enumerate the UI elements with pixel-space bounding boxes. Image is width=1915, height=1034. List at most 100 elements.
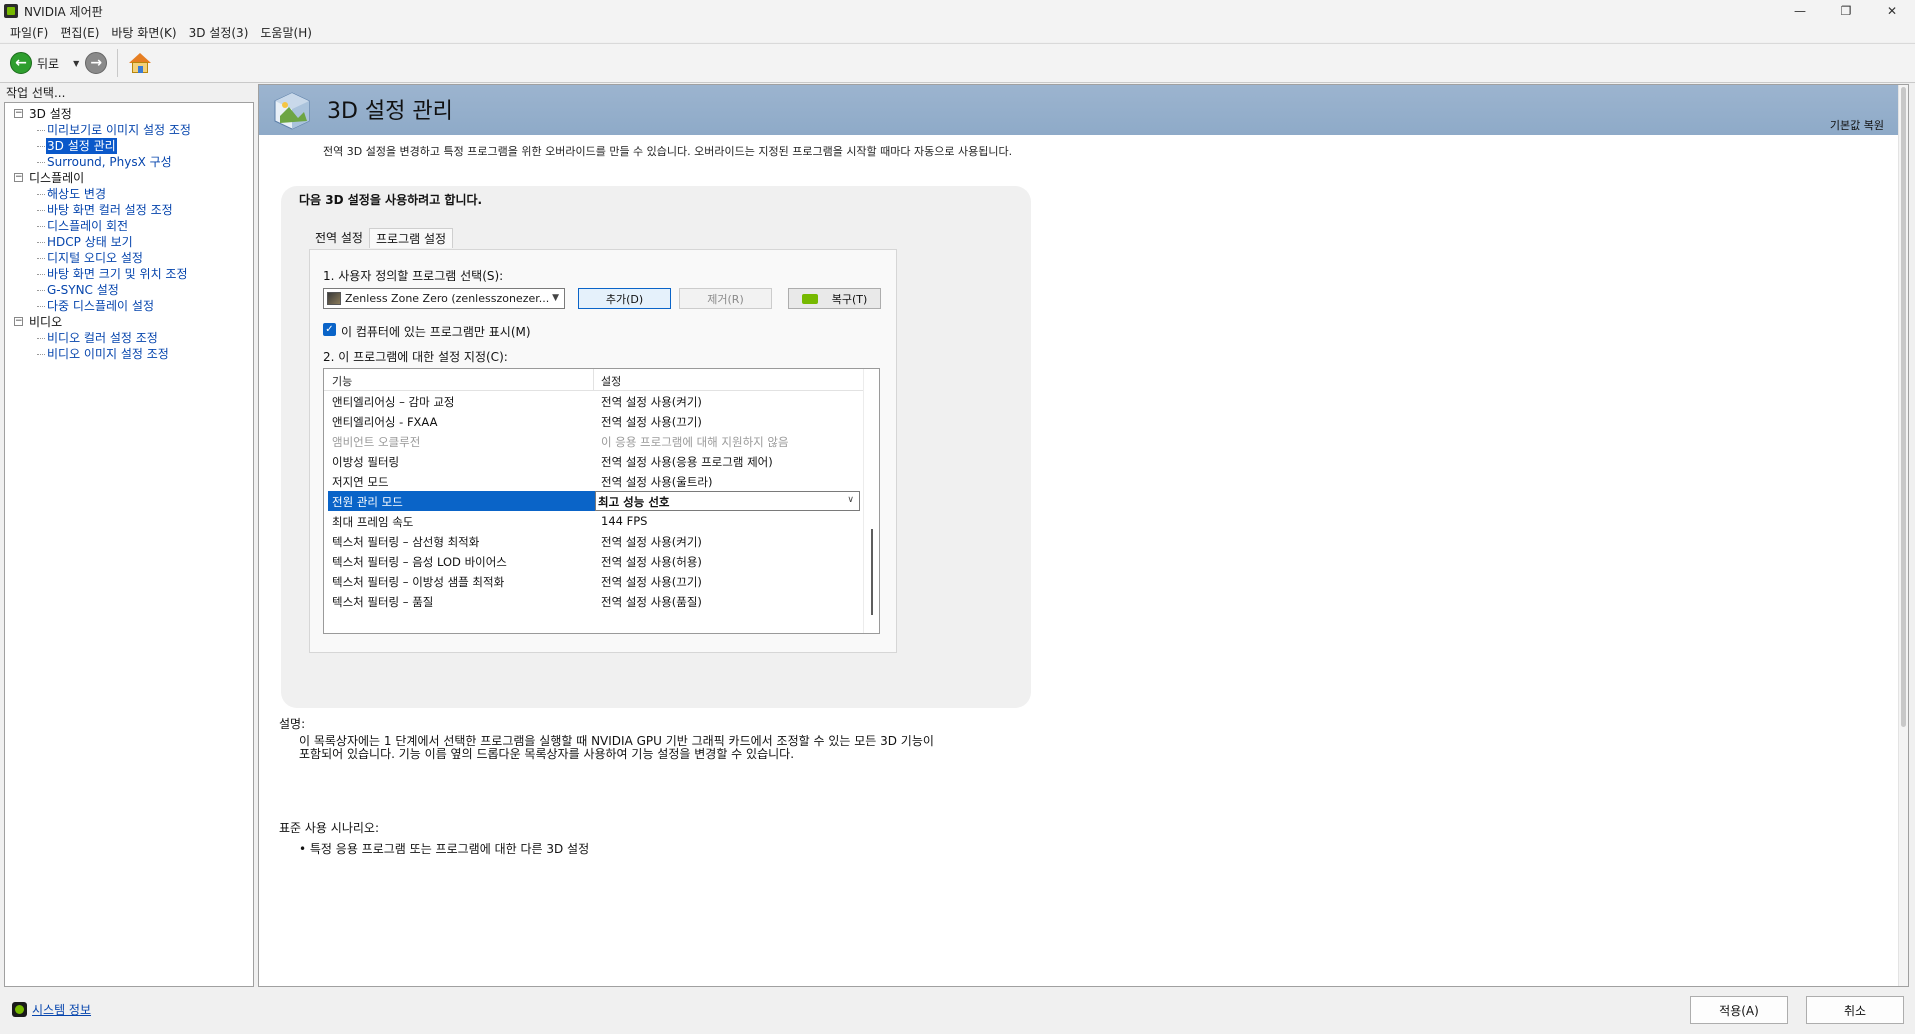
only-installed-checkbox[interactable]: ✓ (323, 323, 336, 336)
sidebar-item-gsync[interactable]: G-SYNC 설정 (5, 282, 253, 298)
back-arrow-icon[interactable]: ← (10, 52, 32, 74)
list-scroll-thumb[interactable] (871, 529, 873, 615)
restore-defaults-link[interactable]: 기본값 복원 (1830, 117, 1884, 133)
feature-setting[interactable]: 전역 설정 사용(품질) (601, 594, 702, 610)
menu-help[interactable]: 도움말(H) (254, 24, 318, 41)
close-button[interactable]: ✕ (1869, 0, 1915, 22)
menu-3d-settings[interactable]: 3D 설정(3) (183, 24, 255, 41)
sidebar-item-label[interactable]: G-SYNC 설정 (46, 282, 120, 298)
step2-label: 2. 이 프로그램에 대한 설정 지정(C): (323, 350, 508, 364)
tab-program-settings[interactable]: 프로그램 설정 (368, 228, 454, 248)
settings-row[interactable]: 텍스처 필터링 – 삼선형 최적화 전역 설정 사용(켜기) (324, 531, 864, 551)
tree-category-label[interactable]: 3D 설정 (29, 106, 72, 122)
sidebar-item-label[interactable]: 미리보기로 이미지 설정 조정 (46, 122, 192, 138)
settings-row[interactable]: 텍스처 필터링 – 이방성 샘플 최적화 전역 설정 사용(끄기) (324, 571, 864, 591)
menu-edit[interactable]: 편집(E) (54, 24, 105, 41)
settings-row[interactable]: 앤티엘리어싱 - FXAA 전역 설정 사용(끄기) (324, 411, 864, 431)
settings-row[interactable]: 앰비언트 오클루전 이 응용 프로그램에 대해 지원하지 않음 (324, 431, 864, 451)
menu-desktop[interactable]: 바탕 화면(K) (105, 24, 182, 41)
system-info-link[interactable]: 시스템 정보 (12, 1001, 91, 1018)
window-title: NVIDIA 제어판 (24, 4, 103, 19)
sidebar-item-label[interactable]: 해상도 변경 (46, 186, 107, 202)
list-scrollbar[interactable] (863, 369, 879, 633)
back-history-dropdown-icon[interactable]: ▼ (73, 59, 79, 68)
feature-setting[interactable]: 전역 설정 사용(켜기) (601, 534, 702, 550)
tree-category-3d[interactable]: − 3D 설정 (5, 106, 253, 122)
settings-row[interactable]: 앤티엘리어싱 – 감마 교정 전역 설정 사용(켜기) (324, 391, 864, 411)
back-button-label[interactable]: 뒤로 (37, 55, 59, 72)
content-scrollbar[interactable] (1898, 85, 1908, 986)
feature-name: 앰비언트 오클루전 (332, 435, 421, 449)
column-setting[interactable]: 설정 (601, 373, 621, 389)
sidebar-item-manage-3d[interactable]: 3D 설정 관리 (5, 138, 253, 154)
sidebar-item-label[interactable]: 바탕 화면 컬러 설정 조정 (46, 202, 174, 218)
menu-file[interactable]: 파일(F) (4, 24, 54, 41)
sidebar-item-desktop-color[interactable]: 바탕 화면 컬러 설정 조정 (5, 202, 253, 218)
sidebar-item-label[interactable]: 디스플레이 회전 (46, 218, 129, 234)
sidebar-item-desktop-size[interactable]: 바탕 화면 크기 및 위치 조정 (5, 266, 253, 282)
column-feature[interactable]: 기능 (332, 373, 352, 389)
apply-button[interactable]: 적용(A) (1690, 996, 1788, 1024)
collapse-toggle-icon[interactable]: − (14, 173, 23, 182)
sidebar-item-digital-audio[interactable]: 디지털 오디오 설정 (5, 250, 253, 266)
remove-program-button[interactable]: 제거(R) (679, 288, 772, 309)
sidebar-item-surround-physx[interactable]: Surround, PhysX 구성 (5, 154, 253, 170)
tree-category-label[interactable]: 디스플레이 (29, 170, 84, 186)
sidebar-item-video-image[interactable]: 비디오 이미지 설정 조정 (5, 346, 253, 362)
feature-setting[interactable]: 전역 설정 사용(허용) (601, 554, 702, 570)
sidebar-item-label[interactable]: Surround, PhysX 구성 (46, 154, 173, 170)
only-installed-label[interactable]: 이 컴퓨터에 있는 프로그램만 표시(M) (341, 323, 531, 340)
add-program-button[interactable]: 추가(D) (578, 288, 671, 309)
collapse-toggle-icon[interactable]: − (14, 109, 23, 118)
section-title: 다음 3D 설정을 사용하려고 합니다. (299, 193, 483, 207)
tree-category-video[interactable]: − 비디오 (5, 314, 253, 330)
content-scroll-thumb[interactable] (1901, 87, 1906, 727)
sidebar-item-label[interactable]: 비디오 컬러 설정 조정 (46, 330, 159, 346)
sidebar-item-rotate-display[interactable]: 디스플레이 회전 (5, 218, 253, 234)
feature-name: 저지연 모드 (332, 475, 389, 489)
sidebar-item-preview-image[interactable]: 미리보기로 이미지 설정 조정 (5, 122, 253, 138)
maximize-button[interactable]: ❐ (1823, 0, 1869, 22)
sidebar-item-video-color[interactable]: 비디오 컬러 설정 조정 (5, 330, 253, 346)
settings-row[interactable]: 텍스처 필터링 – 품질 전역 설정 사용(품질) (324, 591, 864, 611)
sidebar-item-hdcp[interactable]: HDCP 상태 보기 (5, 234, 253, 250)
nvidia-app-icon (4, 4, 18, 18)
power-mode-dropdown[interactable]: 최고 성능 선호 ∨ (595, 491, 860, 511)
sidebar-item-multi-display[interactable]: 다중 디스플레이 설정 (5, 298, 253, 314)
selected-feature-cell[interactable]: 전원 관리 모드 (328, 491, 595, 511)
feature-setting[interactable]: 전역 설정 사용(울트라) (601, 474, 713, 490)
forward-arrow-icon[interactable]: → (85, 52, 108, 74)
sidebar-item-label[interactable]: 디지털 오디오 설정 (46, 250, 144, 266)
program-select-dropdown[interactable]: Zenless Zone Zero (zenlesszonezer... ▼ (323, 288, 565, 309)
home-icon[interactable] (128, 51, 152, 75)
restore-program-button[interactable]: 복구(T) (788, 288, 881, 309)
cancel-button[interactable]: 취소 (1806, 996, 1904, 1024)
feature-setting[interactable]: 전역 설정 사용(응용 프로그램 제어) (601, 454, 773, 470)
settings-row[interactable]: 텍스처 필터링 – 음성 LOD 바이어스 전역 설정 사용(허용) (324, 551, 864, 571)
nvidia-info-icon (12, 1002, 27, 1017)
feature-name: 텍스처 필터링 – 이방성 샘플 최적화 (332, 575, 505, 589)
settings-row-selected[interactable]: 전원 관리 모드 최고 성능 선호 ∨ (324, 491, 864, 511)
system-info-label[interactable]: 시스템 정보 (32, 1001, 91, 1018)
settings-list[interactable]: 기능 설정 앤티엘리어싱 – 감마 교정 전역 설정 사용(켜기) 앤티엘리어싱… (323, 368, 880, 634)
tab-global-settings[interactable]: 전역 설정 (309, 228, 369, 248)
tree-category-label[interactable]: 비디오 (29, 314, 62, 330)
tree-category-display[interactable]: − 디스플레이 (5, 170, 253, 186)
settings-row[interactable]: 이방성 필터링 전역 설정 사용(응용 프로그램 제어) (324, 451, 864, 471)
sidebar-item-label[interactable]: HDCP 상태 보기 (46, 234, 134, 250)
minimize-button[interactable]: — (1777, 0, 1823, 22)
feature-setting[interactable]: 전역 설정 사용(켜기) (601, 394, 702, 410)
settings-row[interactable]: 최대 프레임 속도 144 FPS (324, 511, 864, 531)
settings-row[interactable]: 저지연 모드 전역 설정 사용(울트라) (324, 471, 864, 491)
sidebar-item-label[interactable]: 바탕 화면 크기 및 위치 조정 (46, 266, 189, 282)
sidebar-item-label[interactable]: 비디오 이미지 설정 조정 (46, 346, 170, 362)
sidebar-item-label[interactable]: 3D 설정 관리 (46, 138, 117, 154)
feature-setting[interactable]: 전역 설정 사용(끄기) (601, 574, 702, 590)
chevron-down-icon[interactable]: ∨ (847, 495, 854, 505)
feature-setting[interactable]: 144 FPS (601, 514, 647, 528)
sidebar-item-resolution[interactable]: 해상도 변경 (5, 186, 253, 202)
collapse-toggle-icon[interactable]: − (14, 317, 23, 326)
sidebar-item-label[interactable]: 다중 디스플레이 설정 (46, 298, 155, 314)
step1-label: 1. 사용자 정의할 프로그램 선택(S): (323, 269, 504, 283)
feature-setting[interactable]: 전역 설정 사용(끄기) (601, 414, 702, 430)
